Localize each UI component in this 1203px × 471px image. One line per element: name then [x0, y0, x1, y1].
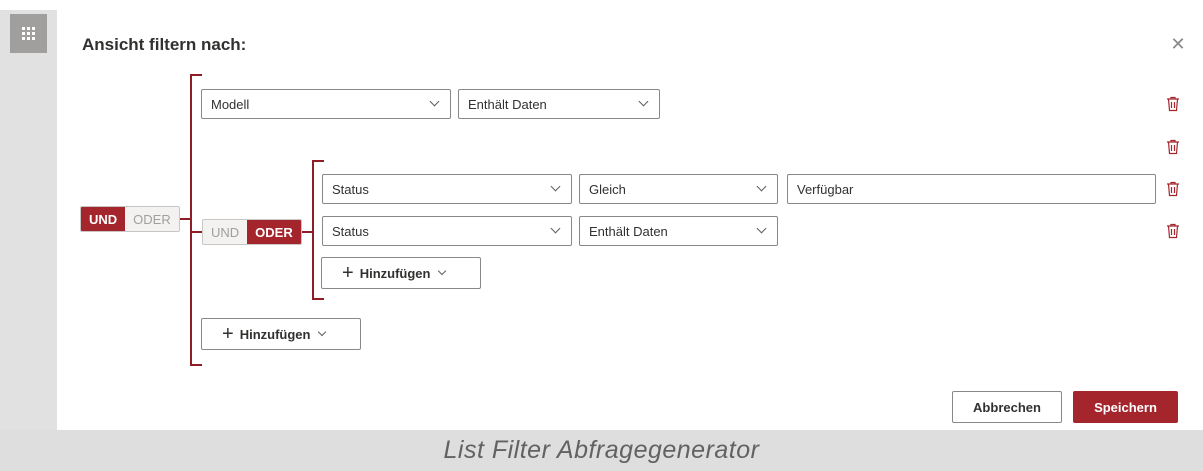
- outer-und-option[interactable]: UND: [81, 207, 126, 231]
- inner-logic-toggle[interactable]: UND ODER: [202, 219, 302, 245]
- chevron-down-icon: [550, 181, 561, 192]
- inner-rule2-field-value: Status: [332, 223, 369, 239]
- outer-rule1-field-dropdown[interactable]: Modell: [201, 89, 451, 119]
- delete-inner-group-icon[interactable]: [1166, 139, 1180, 155]
- outer-oder-option[interactable]: ODER: [125, 207, 179, 231]
- inner-add-label: Hinzufügen: [359, 265, 431, 281]
- outer-rule1-operator-value: Enthält Daten: [468, 96, 547, 112]
- inner-rule1-value-input[interactable]: Verfügbar: [787, 174, 1156, 204]
- outer-rule1-operator-dropdown[interactable]: Enthält Daten: [458, 89, 660, 119]
- outer-rule1-field-value: Modell: [211, 96, 250, 112]
- left-rail: [0, 10, 57, 430]
- inner-add-button[interactable]: + Hinzufügen: [321, 257, 481, 289]
- chevron-down-icon: [550, 223, 561, 234]
- inner-und-option[interactable]: UND: [203, 220, 248, 244]
- outer-logic-toggle[interactable]: UND ODER: [80, 206, 180, 232]
- dialog-title: Ansicht filtern nach:: [82, 35, 247, 54]
- save-button[interactable]: Speichern: [1073, 391, 1178, 423]
- chevron-down-icon: [756, 181, 767, 192]
- chevron-down-icon: [638, 96, 649, 107]
- inner-rule2-operator-dropdown[interactable]: Enthält Daten: [579, 216, 778, 246]
- chevron-down-icon: [429, 96, 440, 107]
- chevron-down-icon: [438, 266, 447, 276]
- top-strip: [0, 0, 1203, 10]
- outer-add-label: Hinzufügen: [239, 326, 311, 342]
- plus-icon: +: [222, 323, 234, 345]
- inner-rule1-operator-value: Gleich: [589, 181, 626, 197]
- cancel-button[interactable]: Abbrechen: [952, 391, 1062, 423]
- plus-icon: +: [342, 262, 354, 284]
- delete-inner-rule1-icon[interactable]: [1166, 181, 1180, 197]
- inner-rule2-field-dropdown[interactable]: Status: [322, 216, 572, 246]
- close-icon[interactable]: ✕: [1170, 35, 1186, 53]
- outer-add-button[interactable]: + Hinzufügen: [201, 318, 361, 350]
- inner-rule1-value-text: Verfügbar: [797, 181, 854, 197]
- inner-rule1-operator-dropdown[interactable]: Gleich: [579, 174, 778, 204]
- app-launcher-button[interactable]: [10, 14, 47, 53]
- inner-oder-option[interactable]: ODER: [247, 220, 301, 244]
- chevron-down-icon: [756, 223, 767, 234]
- inner-rule2-operator-value: Enthält Daten: [589, 223, 668, 239]
- chevron-down-icon: [318, 327, 327, 337]
- delete-inner-rule2-icon[interactable]: [1166, 223, 1180, 239]
- image-caption: List Filter Abfragegenerator: [0, 430, 1203, 471]
- waffle-icon: [22, 27, 35, 40]
- delete-outer-rule1-icon[interactable]: [1166, 96, 1180, 112]
- inner-rule1-field-dropdown[interactable]: Status: [322, 174, 572, 204]
- outer-connector: [179, 218, 191, 220]
- inner-rule1-field-value: Status: [332, 181, 369, 197]
